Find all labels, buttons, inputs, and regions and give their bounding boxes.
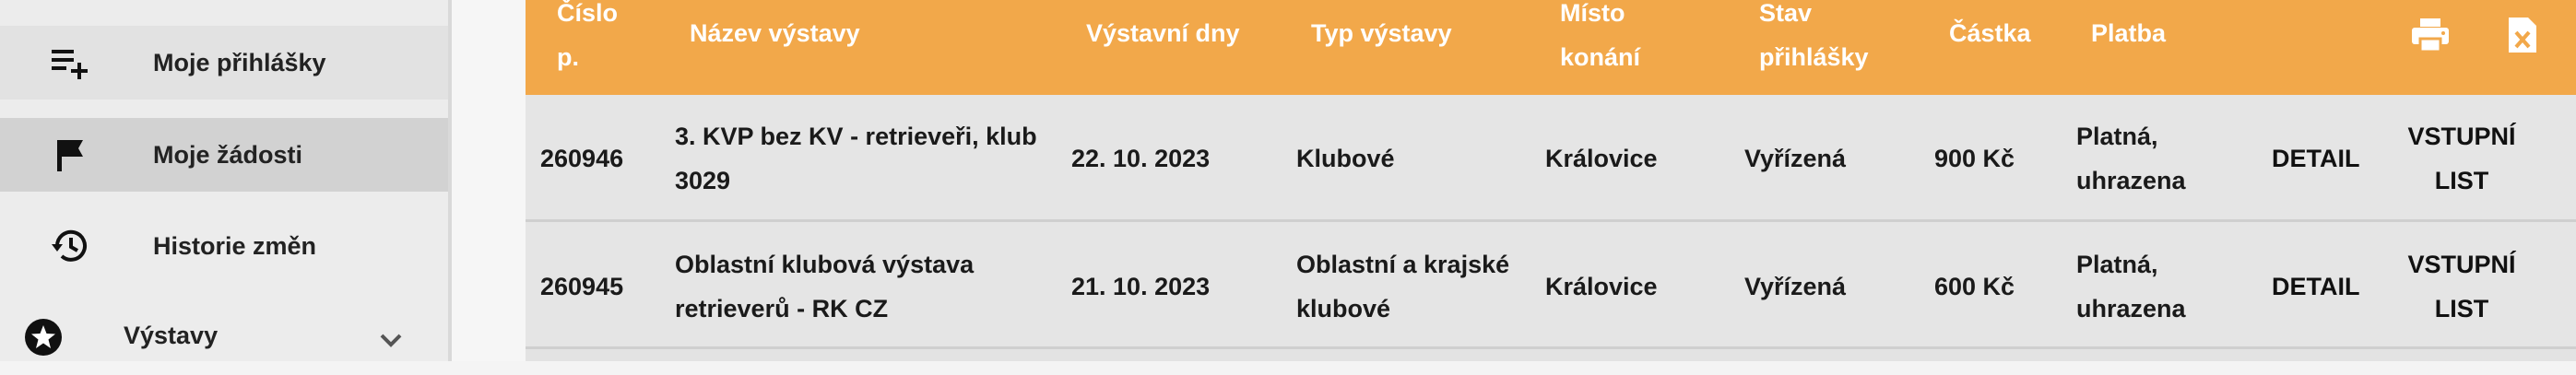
cell-nazev-line2: retrieverů - RK CZ [675, 295, 889, 322]
sidebar: Moje přihlášky Moje žádosti Historie změ… [0, 0, 452, 361]
sidebar-item-historie-zmen[interactable]: Historie změn [0, 209, 448, 283]
header-misto-line1: Místo [1560, 0, 1625, 27]
cell-stav: Vyřízená [1744, 145, 1847, 172]
vstupni-list-button[interactable]: VSTUPNÍ LIST [2403, 114, 2521, 203]
cell-platba-line1: Platná, [2076, 251, 2158, 278]
header-misto-line2: konání [1560, 43, 1641, 71]
sidebar-item-moje-prihlasky[interactable]: Moje přihlášky [0, 26, 448, 100]
cell-platba: Platná, uhrazena [2076, 242, 2186, 331]
cell-platba: Platná, uhrazena [2076, 114, 2186, 203]
header-dny[interactable]: Výstavní dny [1086, 11, 1240, 55]
cell-stav: Vyřízená [1744, 273, 1847, 300]
cell-cislo: 260945 [540, 273, 624, 300]
vstupni-list-line2: LIST [2434, 167, 2489, 194]
header-castka[interactable]: Částka [1949, 11, 2031, 55]
header-stav-line2: přihlášky [1759, 43, 1869, 71]
cell-typ-line1: Klubové [1296, 145, 1395, 172]
detail-button[interactable]: DETAIL [2272, 264, 2360, 309]
cell-nazev-line1: Oblastní klubová výstava [675, 251, 975, 278]
flag-icon [48, 133, 92, 177]
cell-nazev-line2: 3029 [675, 167, 731, 194]
cell-platba-line2: uhrazena [2076, 295, 2186, 322]
page-gap [452, 0, 526, 361]
sidebar-item-label: Historie změn [153, 231, 317, 260]
cell-nazev: 3. KVP bez KV - retrieveři, klub 3029 [675, 114, 1037, 203]
table-row: 260946 3. KVP bez KV - retrieveři, klub … [526, 95, 2576, 222]
cell-misto: Královice [1545, 145, 1658, 172]
header-cislo[interactable]: Číslo p. [557, 0, 618, 79]
table-row: 260945 Oblastní klubová výstava retrieve… [526, 222, 2576, 349]
history-icon [48, 224, 92, 268]
cell-platba-line1: Platná, [2076, 123, 2158, 150]
cell-typ-line1: Oblastní a krajské [1296, 251, 1510, 278]
vstupni-list-button[interactable]: VSTUPNÍ LIST [2403, 242, 2521, 331]
header-cislo-line2: p. [557, 43, 579, 71]
vstupni-list-line2: LIST [2434, 295, 2489, 322]
cell-dny: 22. 10. 2023 [1071, 145, 1211, 172]
cell-misto: Královice [1545, 273, 1658, 300]
cell-platba-line2: uhrazena [2076, 167, 2186, 194]
applications-table: Číslo p. Název výstavy Výstavní dny Typ … [526, 0, 2576, 361]
cell-nazev: Oblastní klubová výstava retrieverů - RK… [675, 242, 974, 331]
cell-castka: 600 Kč [1934, 273, 2015, 300]
header-stav[interactable]: Stav přihlášky [1759, 0, 1869, 79]
sidebar-item-label: Moje přihlášky [153, 48, 326, 76]
header-platba[interactable]: Platba [2091, 11, 2166, 55]
cell-typ-line2: klubové [1296, 295, 1391, 322]
sidebar-item-label: Výstavy [124, 322, 219, 349]
table-header: Číslo p. Název výstavy Výstavní dny Typ … [526, 0, 2576, 95]
header-stav-line1: Stav [1759, 0, 1813, 27]
header-misto[interactable]: Místo konání [1560, 0, 1640, 79]
header-typ[interactable]: Typ výstavy [1311, 11, 1452, 55]
sidebar-item-moje-zadosti[interactable]: Moje žádosti [0, 118, 448, 192]
cell-typ: Klubové [1296, 136, 1395, 181]
header-nazev[interactable]: Název výstavy [690, 11, 860, 55]
cell-cislo: 260946 [540, 145, 624, 172]
vstupni-list-line1: VSTUPNÍ [2407, 251, 2516, 278]
print-icon[interactable] [2408, 17, 2452, 53]
chevron-down-icon[interactable] [374, 323, 408, 357]
playlist-add-icon [48, 41, 92, 85]
header-cislo-line1: Číslo [557, 0, 619, 27]
star-circle-icon [24, 318, 63, 357]
cell-typ: Oblastní a krajské klubové [1296, 242, 1509, 331]
detail-button[interactable]: DETAIL [2272, 136, 2360, 181]
excel-export-icon[interactable] [2506, 15, 2539, 55]
sidebar-item-label: Moje žádosti [153, 140, 303, 169]
sidebar-item-vystavy[interactable]: Výstavy [0, 301, 448, 375]
cell-castka: 900 Kč [1934, 145, 2015, 172]
cell-dny: 21. 10. 2023 [1071, 273, 1211, 300]
vstupni-list-line1: VSTUPNÍ [2407, 123, 2516, 150]
cell-nazev-line1: 3. KVP bez KV - retrieveři, klub [675, 123, 1037, 150]
